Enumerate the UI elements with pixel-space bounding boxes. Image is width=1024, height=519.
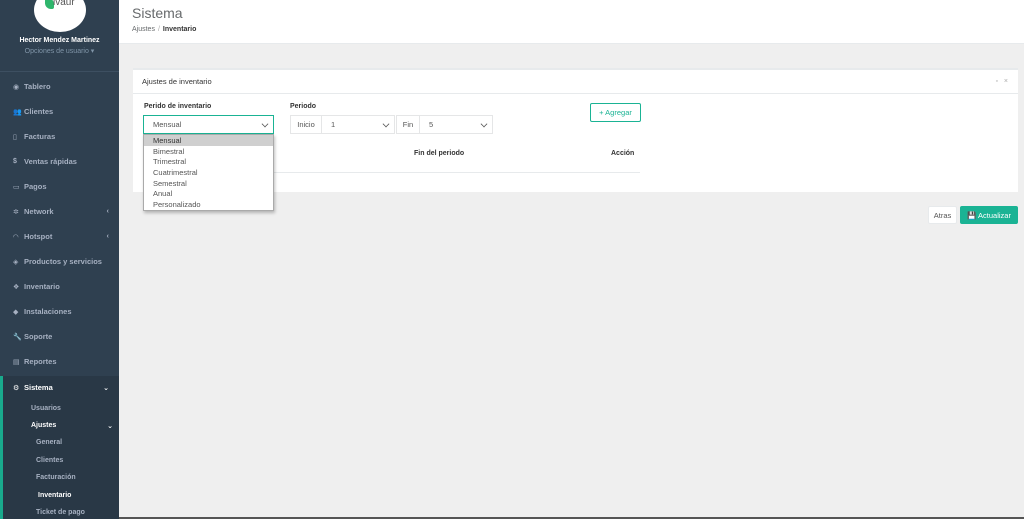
chevron-down-icon: ⌄ bbox=[103, 384, 109, 392]
sidebar-item-hotspot[interactable]: ◠ Hotspot ‹ bbox=[0, 224, 119, 249]
sidebar-item-label: Pagos bbox=[24, 182, 47, 191]
logo-text: ivaur bbox=[53, 0, 75, 8]
book-icon: ▤ bbox=[13, 358, 20, 366]
sidebar-item-network[interactable]: ✲ Network ‹ bbox=[0, 199, 119, 224]
end-addon: Fin bbox=[396, 115, 420, 134]
dropdown-option-mensual[interactable]: Mensual bbox=[144, 135, 273, 146]
chevron-down-icon bbox=[382, 120, 390, 128]
dropdown-option-trimestral[interactable]: Trimestral bbox=[144, 156, 273, 167]
ajustes-item-clientes[interactable]: Clientes bbox=[3, 452, 119, 470]
tags-icon: ◈ bbox=[13, 258, 19, 266]
sidebar-item-inventario[interactable]: ❖ Inventario bbox=[0, 274, 119, 299]
sidebar-item-label: Facturas bbox=[24, 132, 56, 141]
ajustes-item-inventario[interactable]: Inventario bbox=[3, 487, 119, 505]
start-select[interactable]: 1 bbox=[321, 115, 395, 134]
sidebar-item-facturas[interactable]: ▯ Facturas bbox=[0, 124, 119, 149]
user-name: Hector Mendez Martinez bbox=[19, 37, 100, 44]
panel-divider bbox=[133, 93, 1018, 94]
breadcrumb-current: Inventario bbox=[162, 26, 197, 33]
sidebar-item-label: Network bbox=[24, 207, 54, 216]
dropdown-option-anual[interactable]: Anual bbox=[144, 188, 273, 199]
sidebar-item-pagos[interactable]: ▭ Pagos bbox=[0, 174, 119, 199]
wrench-icon: 🔧 bbox=[13, 333, 22, 341]
sidebar-menu: ◉ Tablero 👥 Clientes ▯ Facturas $ Ventas ráp… bbox=[0, 74, 119, 519]
period-type-value: Mensual bbox=[153, 120, 182, 129]
table-divider bbox=[273, 172, 640, 173]
period-type-label: Perido de inventario bbox=[144, 103, 212, 110]
chevron-left-icon: ‹ bbox=[106, 233, 109, 240]
dropdown-option-semestral[interactable]: Semestral bbox=[144, 178, 273, 189]
breadcrumb: Ajustes / Inventario bbox=[132, 26, 196, 33]
dropdown-option-cuatrimestral[interactable]: Cuatrimestral bbox=[144, 167, 273, 178]
sidebar-subitem-label: Ajustes bbox=[31, 422, 57, 429]
sidebar-item-label: Productos y servicios bbox=[24, 257, 102, 266]
col-header-accion: Acción bbox=[611, 150, 635, 157]
sidebar-item-label: Instalaciones bbox=[24, 307, 72, 316]
ajustes-item-general[interactable]: General bbox=[3, 434, 119, 452]
sidebar-item-label: Reportes bbox=[24, 357, 57, 366]
sidebar-item-clientes[interactable]: 👥 Clientes bbox=[0, 99, 119, 124]
sidebar-item-label: Clientes bbox=[24, 107, 54, 116]
start-addon: Inicio bbox=[290, 115, 322, 134]
breadcrumb-ajustes-link[interactable]: Ajustes bbox=[132, 26, 155, 33]
chevron-down-icon: ⌄ bbox=[107, 422, 113, 430]
sidebar-subitem-ajustes[interactable]: Ajustes ⌄ bbox=[3, 417, 119, 434]
end-select[interactable]: 5 bbox=[419, 115, 493, 134]
logo: ivaur bbox=[34, 0, 86, 32]
users-icon: 👥 bbox=[13, 108, 22, 116]
ajustes-item-facturacion[interactable]: Facturación bbox=[3, 469, 119, 487]
tachometer-icon: ◉ bbox=[13, 83, 20, 91]
sidebar-item-label: Hotspot bbox=[24, 232, 53, 241]
file-icon: ▯ bbox=[13, 133, 17, 141]
sidebar-item-tablero[interactable]: ◉ Tablero bbox=[0, 74, 119, 99]
update-button[interactable]: 💾 Actualizar bbox=[960, 206, 1018, 224]
sidebar-subitem-usuarios[interactable]: Usuarios bbox=[3, 399, 119, 417]
period-label: Periodo bbox=[290, 103, 317, 110]
sistema-submenu: Usuarios Ajustes ⌄ General Clientes Factu… bbox=[0, 399, 119, 519]
sidebar: ivaur Hector Mendez Martinez Opciones de… bbox=[0, 0, 119, 519]
add-button[interactable]: + Agregar bbox=[590, 103, 641, 122]
sidebar-item-productos[interactable]: ◈ Productos y servicios bbox=[0, 249, 119, 274]
dropdown-option-personalizado[interactable]: Personalizado bbox=[144, 199, 273, 210]
col-header-fin-periodo: Fin del periodo bbox=[414, 150, 465, 157]
start-value: 1 bbox=[331, 120, 336, 129]
chevron-down-icon bbox=[480, 120, 488, 128]
ajustes-item-ticket-de-pago[interactable]: Ticket de pago bbox=[3, 504, 119, 519]
cogs-icon: ⚙ bbox=[13, 384, 20, 392]
dollar-icon: $ bbox=[13, 158, 17, 165]
breadcrumb-separator: / bbox=[157, 26, 160, 33]
cubes-icon: ❖ bbox=[13, 283, 20, 291]
sidebar-item-soporte[interactable]: 🔧 Soporte bbox=[0, 324, 119, 349]
diamond-icon: ◆ bbox=[13, 308, 19, 316]
page-header: Sistema Ajustes / Inventario bbox=[119, 0, 1024, 44]
period-type-dropdown: Mensual Bimestral Trimestral Cuatrimestr… bbox=[143, 134, 274, 211]
sitemap-icon: ✲ bbox=[13, 208, 19, 216]
sidebar-item-sistema[interactable]: ⚙ Sistema ⌄ bbox=[0, 376, 119, 399]
sidebar-item-label: Sistema bbox=[24, 383, 53, 392]
sidebar-divider bbox=[0, 71, 119, 72]
panel-title: Ajustes de inventario bbox=[142, 77, 212, 86]
back-button[interactable]: Atras bbox=[928, 206, 957, 224]
sidebar-item-label: Ventas rápidas bbox=[24, 157, 77, 166]
panel-tools-icons[interactable]: ▫ × bbox=[995, 78, 1010, 85]
sidebar-item-instalaciones[interactable]: ◆ Instalaciones bbox=[0, 299, 119, 324]
profile-block: ivaur Hector Mendez Martinez Opciones de… bbox=[0, 0, 119, 70]
money-icon: ▭ bbox=[13, 183, 20, 191]
user-options-toggle[interactable]: Opciones de usuario ▾ bbox=[0, 47, 119, 55]
sidebar-item-label: Inventario bbox=[24, 282, 60, 291]
sidebar-item-ventas-rapidas[interactable]: $ Ventas rápidas bbox=[0, 149, 119, 174]
sidebar-item-reportes[interactable]: ▤ Reportes bbox=[0, 349, 119, 374]
dropdown-option-bimestral[interactable]: Bimestral bbox=[144, 146, 273, 157]
period-type-select[interactable]: Mensual bbox=[143, 115, 274, 134]
end-value: 5 bbox=[429, 120, 434, 129]
page-title: Sistema bbox=[132, 5, 183, 21]
sidebar-item-label: Soporte bbox=[24, 332, 53, 341]
sidebar-item-label: Tablero bbox=[24, 82, 51, 91]
wifi-icon: ◠ bbox=[13, 233, 19, 241]
chevron-down-icon bbox=[261, 120, 269, 128]
chevron-left-icon: ‹ bbox=[106, 208, 109, 215]
